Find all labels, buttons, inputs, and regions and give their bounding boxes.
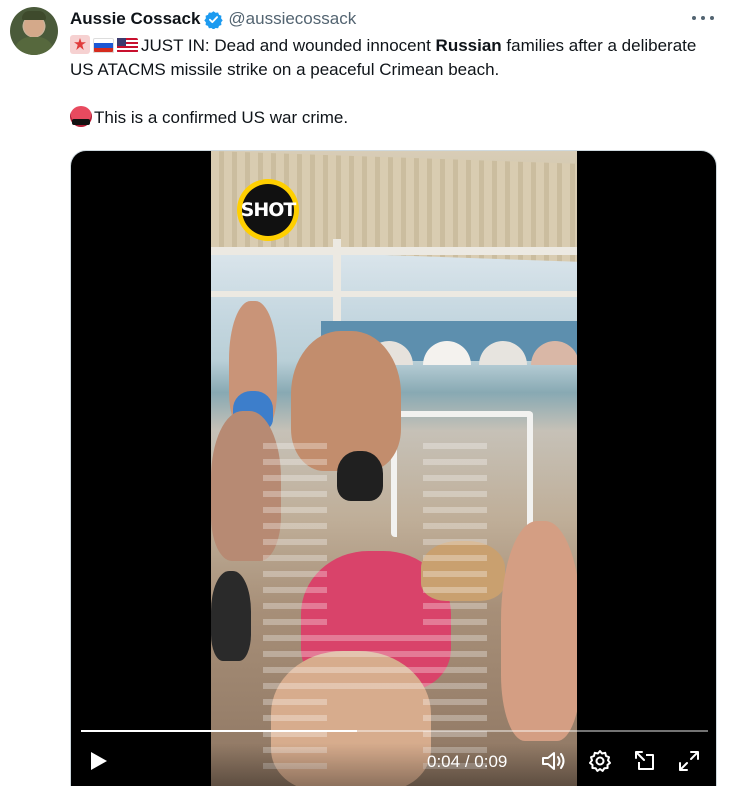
tweet-paragraph-2: This is a confirmed US war crime.	[70, 106, 710, 130]
volume-icon[interactable]	[539, 743, 569, 779]
video-frame[interactable]: SHOT	[211, 151, 577, 786]
usa-flag-icon	[117, 38, 138, 53]
avatar-cap	[22, 11, 46, 20]
video-duration: 0:09	[474, 752, 508, 771]
tweet-header: Aussie Cossack @aussiecossack	[70, 8, 356, 30]
video-time: 0:04 / 0:09	[427, 752, 507, 772]
tweet-paragraph-1: JUST IN: Dead and wounded innocent Russi…	[70, 34, 710, 82]
pop-out-icon[interactable]	[631, 743, 659, 779]
video-progress-bar[interactable]	[81, 730, 708, 732]
play-icon[interactable]	[85, 743, 113, 779]
russia-flag-icon	[93, 38, 114, 53]
video-scene-person	[501, 521, 577, 741]
video-controls: 0:04 / 0:09	[71, 743, 716, 786]
author-avatar[interactable]	[10, 7, 58, 55]
author-handle[interactable]: @aussiecossack	[228, 9, 356, 29]
tweet-text-bold: Russian	[435, 36, 502, 55]
more-dot	[692, 16, 696, 20]
tweet-text-line2: This is a confirmed US war crime.	[94, 108, 349, 127]
video-player[interactable]: SHOT 0:04 / 0:09	[70, 150, 717, 786]
video-scene-person	[337, 451, 383, 501]
video-progress-fill	[81, 730, 357, 732]
fullscreen-icon[interactable]	[675, 743, 703, 779]
avatar-coat	[14, 37, 54, 55]
shot-logo: SHOT	[237, 179, 299, 241]
more-dot	[710, 16, 714, 20]
settings-gear-icon[interactable]	[586, 743, 614, 779]
video-scene-rail	[211, 291, 577, 297]
shot-logo-text: SHOT	[241, 184, 296, 236]
author-name[interactable]: Aussie Cossack	[70, 9, 200, 29]
more-options-icon[interactable]	[692, 8, 714, 28]
tweet-text-prefix: JUST IN: Dead and wounded innocent	[141, 36, 436, 55]
angry-face-emoji-icon	[70, 106, 92, 127]
video-current-time: 0:04	[427, 752, 461, 771]
more-dot	[701, 16, 705, 20]
video-scene-person	[211, 571, 251, 661]
tweet-text: JUST IN: Dead and wounded innocent Russi…	[70, 34, 710, 130]
verified-badge-icon[interactable]	[204, 10, 224, 29]
alert-emoji-icon	[70, 35, 90, 54]
video-scene-beam	[211, 247, 577, 255]
video-time-separator: /	[464, 752, 470, 771]
